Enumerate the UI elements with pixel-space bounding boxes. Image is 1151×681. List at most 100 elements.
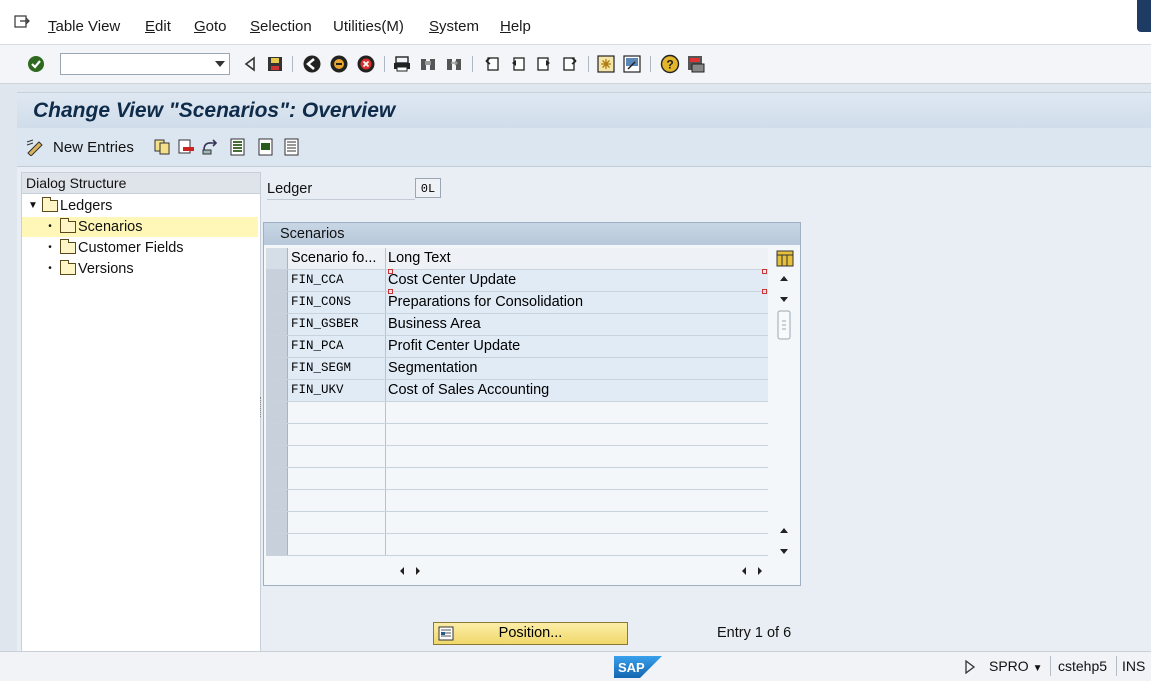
horizontal-scrollbar-left[interactable] — [392, 563, 428, 579]
menu-goto[interactable]: Goto — [194, 18, 227, 35]
empty-row — [266, 468, 768, 490]
menu-help[interactable]: Help — [500, 18, 531, 35]
copy-as-icon[interactable] — [153, 138, 171, 156]
cell-selection-handle — [388, 269, 393, 274]
cancel-icon[interactable] — [356, 54, 376, 74]
new-entries-button[interactable]: New Entries — [25, 136, 134, 158]
back-icon[interactable] — [240, 54, 260, 74]
scenario-cell[interactable] — [288, 424, 386, 445]
table-title: Scenarios — [264, 223, 800, 245]
tree-node-versions[interactable]: • Versions — [46, 259, 134, 279]
print-icon[interactable] — [392, 54, 412, 74]
column-header-scenario[interactable]: Scenario fo... — [288, 248, 386, 269]
scenario-cell: FIN_UKV — [288, 380, 386, 401]
vertical-scrollbar[interactable] — [774, 271, 794, 561]
long-text-cell[interactable] — [386, 512, 768, 533]
column-header-long-text[interactable]: Long Text — [386, 248, 768, 269]
save-icon[interactable] — [265, 54, 285, 74]
command-field[interactable] — [60, 53, 230, 75]
long-text-cell[interactable]: Cost Center Update — [386, 270, 768, 291]
toolbar-separator — [588, 56, 589, 72]
empty-row — [266, 512, 768, 534]
menu-edit[interactable]: Edit — [145, 18, 171, 35]
status-separator — [1050, 656, 1051, 676]
scenario-cell[interactable] — [288, 402, 386, 423]
last-page-icon[interactable] — [560, 54, 580, 74]
long-text-cell[interactable] — [386, 534, 768, 555]
long-text-cell[interactable] — [386, 424, 768, 445]
row-selector[interactable] — [266, 446, 288, 467]
exit-icon[interactable] — [329, 54, 349, 74]
row-selector[interactable] — [266, 380, 288, 401]
row-selector[interactable] — [266, 402, 288, 423]
long-text-cell[interactable] — [386, 446, 768, 467]
tree-node-customer-fields[interactable]: • Customer Fields — [46, 238, 184, 258]
scenario-cell[interactable] — [288, 534, 386, 555]
row-selector[interactable] — [266, 490, 288, 511]
toolbar-separator — [650, 56, 651, 72]
create-session-icon[interactable] — [596, 54, 616, 74]
menu-system[interactable]: System — [429, 18, 479, 35]
layout-icon[interactable] — [686, 54, 706, 74]
scenario-cell: FIN_SEGM — [288, 358, 386, 379]
row-selector[interactable] — [266, 314, 288, 335]
application-toolbar: New Entries — [17, 128, 1151, 167]
menu-exit-icon[interactable] — [14, 14, 30, 30]
long-text-cell[interactable]: Business Area — [386, 314, 768, 335]
menu-selection[interactable]: Selection — [250, 18, 312, 35]
status-mode: INS — [1122, 658, 1146, 674]
row-selector[interactable] — [266, 468, 288, 489]
chevron-down-icon[interactable]: ▼ — [1033, 663, 1043, 674]
scenario-cell[interactable] — [288, 490, 386, 511]
row-selector[interactable] — [266, 512, 288, 533]
first-page-icon[interactable] — [482, 54, 502, 74]
long-text-cell[interactable]: Profit Center Update — [386, 336, 768, 357]
status-separator — [1116, 656, 1117, 676]
folder-icon — [60, 260, 76, 275]
back-green-icon[interactable] — [302, 54, 322, 74]
undo-change-icon[interactable] — [201, 138, 219, 156]
tree-node-ledgers[interactable]: ▼ Ledgers — [28, 196, 112, 216]
select-all-icon[interactable] — [229, 138, 247, 156]
find-next-icon[interactable] — [444, 54, 464, 74]
tree-node-scenarios[interactable]: • Scenarios — [22, 217, 258, 237]
scenario-cell[interactable] — [288, 468, 386, 489]
scenario-cell[interactable] — [288, 446, 386, 467]
position-button[interactable]: Position... — [433, 622, 628, 645]
deselect-all-icon[interactable] — [283, 138, 301, 156]
scenario-cell: FIN_PCA — [288, 336, 386, 357]
find-icon[interactable] — [418, 54, 438, 74]
next-page-icon[interactable] — [534, 54, 554, 74]
status-play-icon[interactable] — [964, 660, 976, 674]
row-selector[interactable] — [266, 336, 288, 357]
chevron-down-icon[interactable] — [215, 61, 225, 67]
long-text-cell[interactable]: Cost of Sales Accounting — [386, 380, 768, 401]
long-text-cell[interactable]: Segmentation — [386, 358, 768, 379]
row-selector[interactable] — [266, 358, 288, 379]
row-selector[interactable] — [266, 292, 288, 313]
column-configuration-icon[interactable] — [776, 250, 794, 267]
help-icon[interactable]: ? — [660, 54, 680, 74]
select-block-icon[interactable] — [257, 138, 275, 156]
tree-bullet-icon: • — [48, 242, 52, 253]
expand-arrow-icon[interactable]: ▼ — [28, 196, 38, 216]
status-transaction[interactable]: SPRO ▼ — [989, 658, 1042, 674]
row-selector[interactable] — [266, 534, 288, 555]
row-selector[interactable] — [266, 270, 288, 291]
shortcut-icon[interactable] — [622, 54, 642, 74]
delete-icon[interactable] — [177, 138, 195, 156]
scenario-cell[interactable] — [288, 512, 386, 533]
menu-table-view[interactable]: Table View — [48, 18, 120, 35]
long-text-cell[interactable]: Preparations for Consolidation — [386, 292, 768, 313]
select-all-cell[interactable] — [266, 248, 288, 269]
long-text-cell[interactable] — [386, 490, 768, 511]
enter-icon[interactable] — [26, 54, 46, 74]
horizontal-scrollbar-right[interactable] — [734, 563, 770, 579]
toolbar-separator — [472, 56, 473, 72]
long-text-cell[interactable] — [386, 402, 768, 423]
row-selector[interactable] — [266, 424, 288, 445]
long-text-cell[interactable] — [386, 468, 768, 489]
edit-pencil-icon — [26, 139, 43, 156]
menu-utilities[interactable]: Utilities(M) — [333, 18, 404, 35]
previous-page-icon[interactable] — [508, 54, 528, 74]
